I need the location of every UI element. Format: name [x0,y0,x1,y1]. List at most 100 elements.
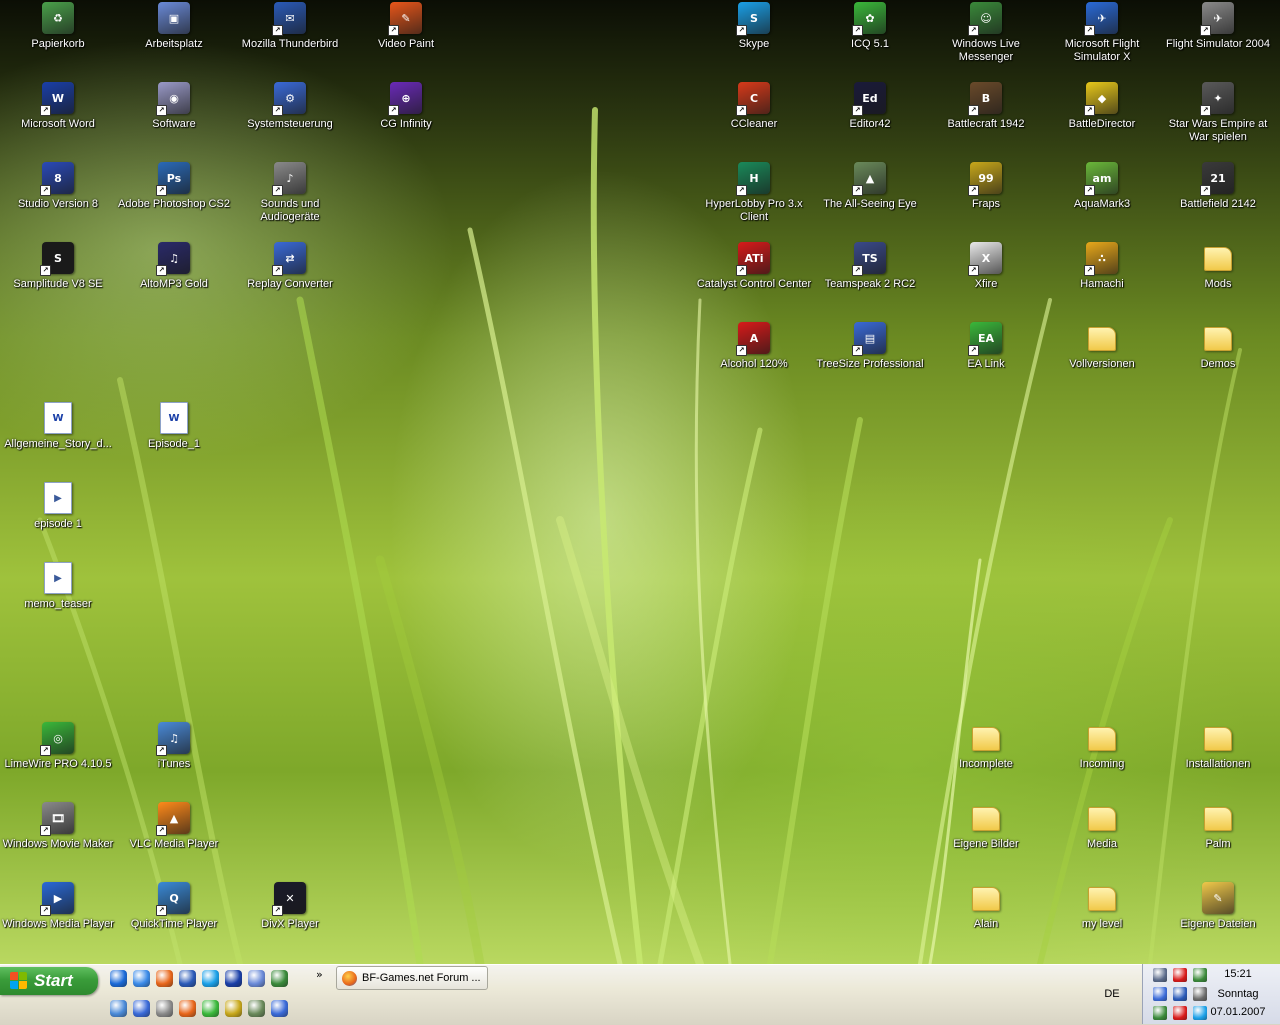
desktop-icon-eigene-dateien[interactable]: ✎ Eigene Dateien [1160,880,1276,960]
desktop-icon-itunes[interactable]: ♫ ↗ iTunes [116,720,232,800]
start-button[interactable]: Start [0,967,98,995]
firefox-icon [179,1000,196,1017]
clock-time[interactable]: 15:21 [1198,968,1278,980]
desktop-icon-palm[interactable]: Palm [1160,800,1276,880]
quick-launch-itunes-icon[interactable] [110,1000,127,1017]
desktop-icon-skype[interactable]: S ↗ Skype [696,0,812,80]
quick-launch-ie-icon[interactable] [110,970,127,987]
taskbar-button-firefox[interactable]: BF-Games.net Forum ... [336,966,488,990]
desktop-icon-aquamark3[interactable]: am ↗ AquaMark3 [1044,160,1160,240]
tray-update-icon[interactable] [1173,987,1187,1001]
desktop-icon-catalyst-control-center[interactable]: ATi ↗ Catalyst Control Center [696,240,812,320]
desktop-icon-quicktime-player[interactable]: Q ↗ QuickTime Player [116,880,232,960]
quick-launch-replay-icon[interactable] [271,1000,288,1017]
language-indicator[interactable]: DE [1101,986,1123,1002]
desktop-icon-label: Skype [738,38,770,50]
quick-launch-computer-icon[interactable] [248,970,265,987]
desktop-icon-hyperlobby-pro-3-x-client[interactable]: H ↗ HyperLobby Pro 3.x Client [696,160,812,240]
desktop-icon-altomp3-gold[interactable]: ♫ ↗ AltoMP3 Gold [116,240,232,320]
desktop-icon-label: CG Infinity [380,118,432,130]
recycle-icon: ♻ [42,2,74,34]
desktop-icon-vlc-media-player[interactable]: ▲ ↗ VLC Media Player [116,800,232,880]
desktop-icon-fraps[interactable]: 99 ↗ Fraps [928,160,1044,240]
desktop-icon-video-paint[interactable]: ✎ ↗ Video Paint [348,0,464,80]
desktop-icon-xfire[interactable]: X ↗ Xfire [928,240,1044,320]
shortcut-arrow-icon: ↗ [272,905,283,916]
desktop-icon-adobe-photoshop-cs2[interactable]: Ps ↗ Adobe Photoshop CS2 [116,160,232,240]
quick-launch-word-icon[interactable] [225,970,242,987]
quick-launch-thunderbird-icon[interactable] [179,970,196,987]
desktop-icon-media[interactable]: Media [1044,800,1160,880]
desktop-icon-installationen[interactable]: Installationen [1160,720,1276,800]
desktop-icon-editor42[interactable]: Ed ↗ Editor42 [812,80,928,160]
quick-launch-limewire-icon[interactable] [202,1000,219,1017]
desktop-icon-divx-player[interactable]: ✕ ↗ DivX Player [232,880,348,960]
quick-launch-firefox-icon[interactable] [179,1000,196,1017]
quick-launch-firefox-icon[interactable] [156,970,173,987]
desktop-icon-battledirector[interactable]: ◆ ↗ BattleDirector [1044,80,1160,160]
messenger-icon: ☺ ↗ [968,2,1002,36]
desktop-icon-demos[interactable]: Demos [1160,320,1276,400]
quick-launch-skype-icon[interactable] [202,970,219,987]
desktop-icon-limewire-pro-4-10-5[interactable]: ◎ ↗ LimeWire PRO 4.10.5 [0,720,116,800]
tray-network-icon[interactable] [1153,968,1167,982]
desktop-icon-studio-version-8[interactable]: 8 ↗ Studio Version 8 [0,160,116,240]
desktop-icon-memo-teaser[interactable]: ▶ memo_teaser [0,560,116,640]
wmv-icon: ▶ [44,562,72,594]
desktop-icon-incomplete[interactable]: Incomplete [928,720,1044,800]
tray-alert-icon[interactable] [1173,1006,1187,1020]
desktop-icon-windows-movie-maker[interactable]: 🎞 ↗ Windows Movie Maker [0,800,116,880]
desktop-icon-hamachi[interactable]: ∴ ↗ Hamachi [1044,240,1160,320]
desktop-icon-battlefield-2142[interactable]: 21 ↗ Battlefield 2142 [1160,160,1276,240]
desktop-icon-treesize-professional[interactable]: ▤ ↗ TreeSize Professional [812,320,928,400]
quick-launch-ie-icon[interactable] [133,970,150,987]
quick-launch-search-icon[interactable] [133,1000,150,1017]
quick-launch-sounds-icon[interactable] [156,1000,173,1017]
tray-antivirus-icon[interactable] [1153,1006,1167,1020]
desktop-icon-allgemeine-story-d[interactable]: W Allgemeine_Story_d... [0,400,116,480]
desktop-icon-windows-media-player[interactable]: ▶ ↗ Windows Media Player [0,880,116,960]
desktop-icon-flight-simulator-2004[interactable]: ✈ ↗ Flight Simulator 2004 [1160,0,1276,80]
desktop-icon-alain[interactable]: Alain [928,880,1044,960]
tray-connection-icon[interactable] [1153,987,1167,1001]
desktop-icon-the-all-seeing-eye[interactable]: ▲ ↗ The All-Seeing Eye [812,160,928,240]
quick-launch-tool-icon[interactable] [225,1000,242,1017]
desktop-icon-windows-live-messenger[interactable]: ☺ ↗ Windows Live Messenger [928,0,1044,80]
desktop-icon-label: Hamachi [1080,278,1124,290]
desktop-icon-papierkorb[interactable]: ♻ Papierkorb [0,0,116,80]
desktop-icon-my-level[interactable]: my level [1044,880,1160,960]
desktop-icon-battlecraft-1942[interactable]: B ↗ Battlecraft 1942 [928,80,1044,160]
shortcut-arrow-icon: ↗ [736,25,747,36]
desktop-icon-microsoft-word[interactable]: W ↗ Microsoft Word [0,80,116,160]
shortcut-arrow-icon: ↗ [40,905,51,916]
desktop-icon-icq-5-1[interactable]: ✿ ↗ ICQ 5.1 [812,0,928,80]
desktop-icon-software[interactable]: ◉ ↗ Software [116,80,232,160]
desktop-icon-ccleaner[interactable]: C ↗ CCleaner [696,80,812,160]
desktop-icon-arbeitsplatz[interactable]: ▣ Arbeitsplatz [116,0,232,80]
quick-launch-messenger-icon[interactable] [271,970,288,987]
desktop-icon-replay-converter[interactable]: ⇄ ↗ Replay Converter [232,240,348,320]
quick-launch-chevron[interactable]: » [316,968,323,981]
shortcut-arrow-icon: ↗ [968,185,979,196]
desktop-icon-vollversionen[interactable]: Vollversionen [1044,320,1160,400]
desktop-icon-ea-link[interactable]: EA ↗ EA Link [928,320,1044,400]
desktop-icon-systemsteuerung[interactable]: ⚙ ↗ Systemsteuerung [232,80,348,160]
desktop-icon-episode-1[interactable]: ▶ episode 1 [0,480,116,560]
desktop-icon-alcohol-120[interactable]: A ↗ Alcohol 120% [696,320,812,400]
quick-launch-allseeing-icon[interactable] [248,1000,265,1017]
desktop-icon-mods[interactable]: Mods [1160,240,1276,320]
desktop-icon-sounds-und-audiogeräte[interactable]: ♪ ↗ Sounds und Audiogeräte [232,160,348,240]
desktop-icon-microsoft-flight-simulator-x[interactable]: ✈ ↗ Microsoft Flight Simulator X [1044,0,1160,80]
tray-ati-icon[interactable] [1173,968,1187,982]
desktop-icon-star-wars-empire-at-war-spielen[interactable]: ✦ ↗ Star Wars Empire at War spielen [1160,80,1276,160]
desktop-icon-eigene-bilder[interactable]: Eigene Bilder [928,800,1044,880]
desktop-icon-incoming[interactable]: Incoming [1044,720,1160,800]
desktop-icon-cg-infinity[interactable]: ⊕ ↗ CG Infinity [348,80,464,160]
desktop-icon-samplitude-v8-se[interactable]: S ↗ Samplitude V8 SE [0,240,116,320]
desktop-icon-mozilla-thunderbird[interactable]: ✉ ↗ Mozilla Thunderbird [232,0,348,80]
teamspeak-icon: TS ↗ [852,242,886,276]
desktop-icon-label: HyperLobby Pro 3.x Client [705,198,803,223]
desktop-icon-episode-1[interactable]: W Episode_1 [116,400,232,480]
desktop-icon-label: Windows Media Player [2,918,114,930]
desktop-icon-teamspeak-2-rc2[interactable]: TS ↗ Teamspeak 2 RC2 [812,240,928,320]
